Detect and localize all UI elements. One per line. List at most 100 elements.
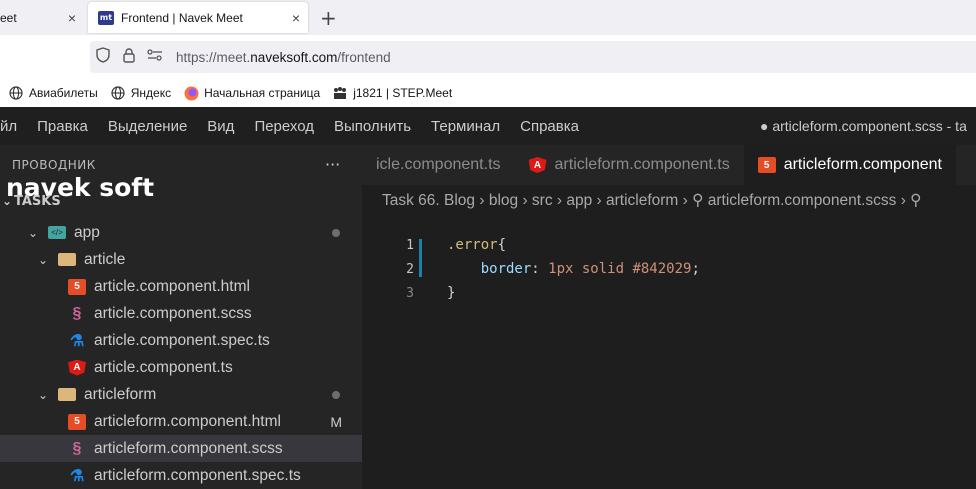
tree-item-label: article.component.scss [94, 304, 252, 322]
app-folder-icon: </> [48, 226, 66, 239]
folder-icon [58, 253, 76, 266]
url-text[interactable]: https://meet.naveksoft.com/frontend [176, 50, 391, 65]
tree-item-label: articleform.component.html [94, 412, 281, 430]
globe-icon [110, 85, 126, 101]
menu-view[interactable]: Вид [207, 118, 234, 135]
address-bar[interactable]: https://meet.naveksoft.com/frontend [90, 41, 976, 73]
html5-icon: 5 [68, 413, 86, 430]
menu-edit[interactable]: Правка [37, 118, 88, 135]
lock-icon[interactable] [116, 47, 142, 67]
folder-icon [58, 388, 76, 401]
explorer-title: ПРОВОДНИК [12, 158, 96, 172]
globe-icon [8, 85, 24, 101]
tree-item-label: article.component.ts [94, 358, 233, 376]
line-number: 1 [406, 237, 414, 253]
line-number: 2 [406, 261, 414, 277]
tree-item[interactable]: ⌄ </> app [0, 219, 362, 246]
tree-item[interactable]: Aarticle.component.ts [0, 354, 362, 381]
modified-dot-icon [332, 228, 340, 237]
new-tab-button[interactable]: + [320, 6, 337, 30]
tree-item[interactable]: ⚗ articleform.component.spec.ts [0, 462, 362, 489]
code-token: .error [447, 237, 498, 253]
chevron-down-icon[interactable]: ⌄ [36, 253, 50, 267]
code-line[interactable]: 1 .error{ [362, 233, 506, 257]
tab-strip: eet × mt Frontend | Navek Meet × + [0, 0, 976, 35]
html5-icon: 5 [757, 157, 776, 173]
tab-title: eet [0, 10, 17, 25]
tree-item-label: article [84, 250, 126, 268]
menu-terminal[interactable]: Терминал [431, 118, 500, 135]
code-token: ; [691, 261, 700, 277]
test-spec-icon: ⚗ [69, 332, 85, 350]
tree-item-label: article.component.html [94, 277, 250, 295]
line-number: 3 [406, 285, 414, 301]
test-spec-icon: ⚗ [69, 467, 85, 485]
git-status-badge: M [330, 413, 342, 430]
tree-item[interactable]: ⌄ articleform [0, 381, 362, 408]
tree-item[interactable]: § articleform.component.scss [0, 435, 362, 462]
code-editor[interactable]: 1 .error{2 border: 1px solid #842029; 3} [362, 233, 976, 489]
code-line[interactable]: 2 border: 1px solid #842029; [362, 257, 700, 281]
angular-icon: A [528, 157, 547, 173]
modified-dot-icon [332, 390, 340, 399]
sass-icon: § [72, 439, 82, 457]
code-token: border [447, 261, 532, 277]
menu-run[interactable]: Выполнить [334, 118, 411, 135]
close-icon[interactable]: × [68, 10, 76, 26]
menu-help[interactable]: Справка [520, 118, 579, 135]
explorer-sidebar: ПРОВОДНИК navek soft ··· ⌄ TASKS ⌄ </> app… [0, 145, 362, 489]
firefox-icon [183, 85, 199, 101]
code-text: .error{ [447, 237, 506, 253]
code-text: border: 1px solid #842029; [447, 261, 700, 277]
chevron-down-icon: ⌄ [1, 194, 13, 208]
tree-item[interactable]: § article.component.scss [0, 300, 362, 327]
code-line[interactable]: 3} [362, 281, 455, 305]
more-actions-icon[interactable]: ··· [325, 155, 340, 174]
browser-chrome: eet × mt Frontend | Navek Meet × + https… [0, 0, 976, 107]
shield-icon[interactable] [90, 47, 116, 67]
tree-item-label: app [74, 223, 100, 241]
code-token: : [531, 261, 549, 277]
editor-tab[interactable]: icle.component.ts [362, 145, 515, 185]
menu-go[interactable]: Переход [254, 118, 314, 135]
people-icon [332, 85, 348, 101]
navek-meet-favicon-icon: mt [98, 10, 114, 25]
browser-tab-active[interactable]: mt Frontend | Navek Meet × [88, 2, 308, 33]
permissions-icon[interactable] [142, 49, 168, 65]
tree-item-label: article.component.spec.ts [94, 331, 270, 349]
sass-icon: § [72, 304, 82, 322]
bookmark-start-page[interactable]: Начальная страница [183, 85, 320, 101]
bookmarks-toolbar: Авиабилеты Яндекс Начальная страница j18… [0, 79, 976, 107]
breadcrumb[interactable]: Task 66. Blog › blog › src › app › artic… [382, 191, 922, 210]
tree-item[interactable]: 5 article.component.html [0, 273, 362, 300]
tree-item[interactable]: ⚗ article.component.spec.ts [0, 327, 362, 354]
bookmark-yandex[interactable]: Яндекс [110, 85, 171, 101]
tree-item[interactable]: 5 articleform.component.html M [0, 408, 362, 435]
tree-item[interactable]: ⌄ article [0, 246, 362, 273]
menu-bar: йл Правка Выделение Вид Переход Выполнит… [0, 107, 976, 145]
editor-tab-active[interactable]: 5 articleform.component [743, 145, 956, 185]
window-title: ● articleform.component.scss - ta [760, 118, 967, 134]
close-icon[interactable]: × [292, 10, 300, 26]
bookmark-step-meet[interactable]: j1821 | STEP.Meet [332, 85, 452, 101]
code-token: } [447, 285, 456, 301]
chevron-down-icon[interactable]: ⌄ [36, 388, 50, 402]
vscode-window: йл Правка Выделение Вид Переход Выполнит… [0, 107, 976, 489]
navigation-bar: https://meet.naveksoft.com/frontend [0, 35, 976, 79]
workspace-section-header[interactable]: ⌄ TASKS [0, 190, 362, 212]
bookmark-aviabilety[interactable]: Авиабилеты [8, 85, 98, 101]
menu-selection[interactable]: Выделение [108, 118, 187, 135]
html5-icon: 5 [68, 278, 86, 295]
chevron-down-icon[interactable]: ⌄ [26, 226, 40, 240]
browser-tab-previous[interactable]: eet × [0, 0, 84, 35]
editor-tab[interactable]: A articleform.component.ts [515, 145, 744, 185]
code-token: { [497, 237, 507, 253]
angular-icon: A [68, 359, 86, 376]
editor-tabs: icle.component.ts A articleform.componen… [362, 145, 976, 185]
code-token: 1px solid #842029 [548, 261, 692, 277]
tree-item-label: articleform [84, 385, 157, 403]
tab-title: Frontend | Navek Meet [121, 10, 243, 25]
code-text: } [447, 285, 455, 301]
menu-file[interactable]: йл [0, 118, 17, 135]
tree-item-label: articleform.component.spec.ts [94, 466, 301, 484]
